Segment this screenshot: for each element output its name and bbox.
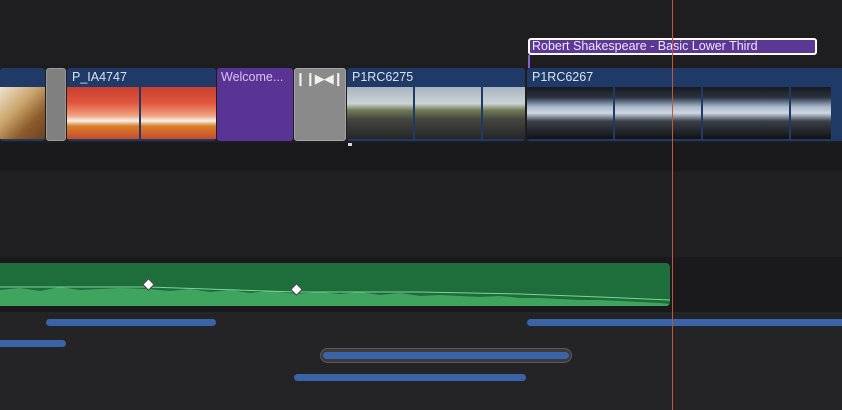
transition-icon: ❙❙▶◀❙❙ <box>295 71 354 86</box>
video-clip-p-ia4747[interactable]: P_IA4747 <box>67 68 216 141</box>
clip-thumbnail <box>415 87 481 139</box>
video-clip-p1rc6267[interactable]: P1RC6267 <box>527 68 842 141</box>
selected-storyline-fill <box>323 352 569 359</box>
clip-thumbnail <box>527 87 613 139</box>
clip-thumbnails <box>527 87 842 139</box>
secondary-storyline-bar[interactable] <box>527 319 842 326</box>
playhead[interactable] <box>672 0 673 410</box>
storyline-under-band <box>0 143 842 171</box>
clip-thumbnail <box>703 87 789 139</box>
clip-edge-marker <box>348 143 352 146</box>
clip-name: P_IA4747 <box>72 70 127 84</box>
video-clip-p1rc6275[interactable]: P1RC6275 <box>347 68 525 141</box>
secondary-storyline-bar[interactable] <box>294 374 526 381</box>
clip-thumbnail <box>791 87 831 139</box>
clip-name: P1RC6267 <box>532 70 594 84</box>
clip-thumbnail <box>67 87 139 139</box>
secondary-storyline-bar[interactable] <box>0 340 66 347</box>
clip-thumbnails <box>67 87 216 139</box>
clip-thumbnails <box>0 87 45 139</box>
audio-clip[interactable] <box>0 263 670 306</box>
clip-thumbnail <box>615 87 701 139</box>
clip-thumbnail <box>347 87 413 139</box>
video-clip-partial[interactable] <box>0 68 45 141</box>
clip-thumbnails <box>347 87 525 139</box>
audio-waveform <box>0 286 670 306</box>
secondary-storyline-bar[interactable] <box>46 319 216 326</box>
clip-thumbnail <box>141 87 216 139</box>
clip-thumbnail <box>483 87 525 139</box>
gap-clip[interactable] <box>46 68 66 141</box>
title-clip-welcome[interactable]: Welcome... <box>217 68 293 141</box>
clip-name: P1RC6275 <box>352 70 414 84</box>
selected-storyline-bar[interactable] <box>320 348 572 363</box>
empty-track-area <box>0 171 842 257</box>
cross-dissolve-transition[interactable]: ❙❙▶◀❙❙ <box>294 68 354 141</box>
title-connection-line <box>528 55 530 68</box>
clip-thumbnail <box>0 87 45 139</box>
